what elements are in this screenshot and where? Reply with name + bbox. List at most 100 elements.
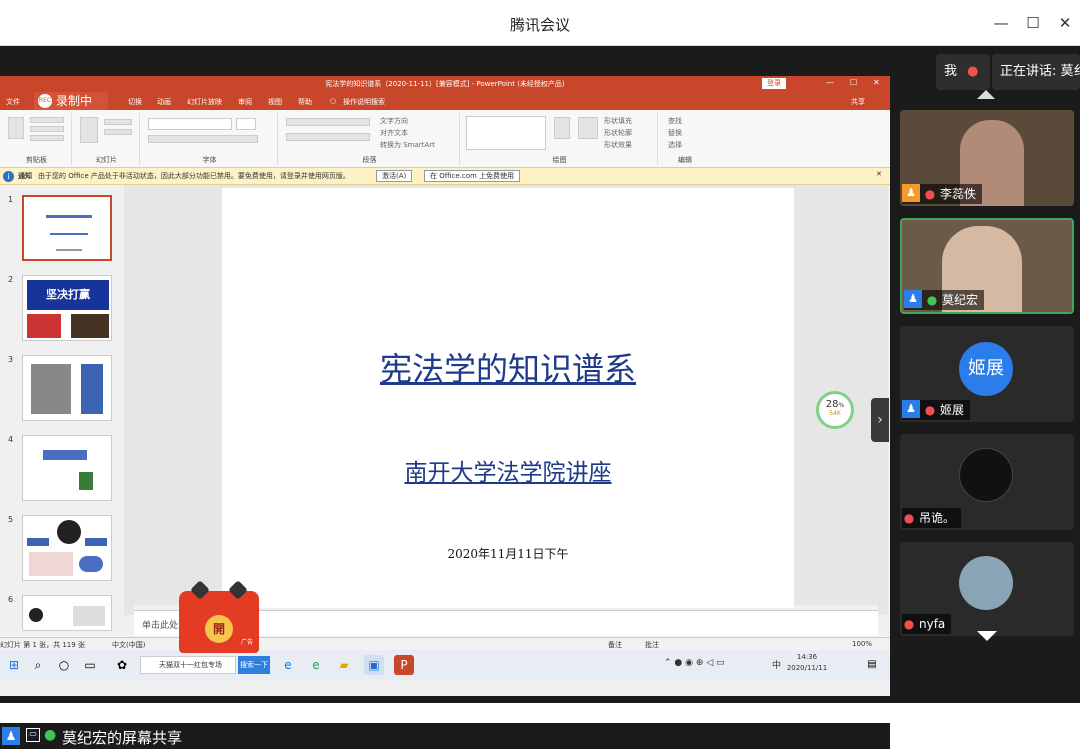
ppt-menubar: 文件 REC 录制中 切换 动画 幻灯片放映 审阅 视图 帮助 ○ 操作说明搜索… [0, 92, 890, 110]
mic-muted-icon: ● [924, 187, 936, 201]
slide-title: 宪法学的知识谱系 [379, 350, 636, 388]
cut-icon[interactable] [30, 117, 64, 123]
progress-unit: % [838, 402, 845, 409]
new-slide-icon[interactable] [80, 117, 98, 143]
ppt-maximize-icon[interactable]: ☐ [850, 78, 857, 87]
paste-icon[interactable] [8, 117, 24, 139]
shape-outline-label[interactable]: 形状轮廓 [604, 128, 632, 138]
windows-taskbar: ⊞ ⌕ ○ ▭ ✿ 天猫双十一红包专场 搜索一下 e e ▰ ▣ P ⌃ ● ◉… [0, 650, 890, 680]
ribbon-group-paragraph: 文字方向 对齐文本 转换为 SmartArt 段落 [280, 113, 460, 165]
slide-count: 幻灯片 第 1 张，共 119 张 [0, 641, 85, 649]
shapes-gallery[interactable] [466, 116, 546, 150]
ppt-close-icon[interactable]: ✕ [873, 78, 880, 87]
progress-value: 28 [825, 399, 839, 410]
align-text-label[interactable]: 对齐文本 [380, 128, 408, 138]
participant-tile[interactable]: ♟ ● 李蕊佚 [900, 110, 1074, 206]
slide-thumb-4[interactable] [22, 435, 112, 501]
taskbar-search-box[interactable]: 天猫双十一红包专场 [140, 656, 236, 674]
record-icon: REC [38, 94, 52, 108]
thumbnails-scrollbar[interactable] [124, 185, 134, 615]
menu-help[interactable]: 帮助 [298, 97, 312, 107]
participant-tile[interactable]: ● 吊诡。 [900, 434, 1074, 530]
powerpoint-icon[interactable]: P [394, 655, 414, 675]
mic-on-icon: ● [44, 727, 57, 743]
activate-button[interactable]: 激活(A) [376, 170, 413, 182]
menu-animations[interactable]: 动画 [157, 97, 171, 107]
task-view-icon[interactable]: ▭ [80, 655, 100, 675]
find-label[interactable]: 查找 [668, 116, 682, 126]
menu-review[interactable]: 审阅 [238, 97, 252, 107]
close-button[interactable]: ✕ [1052, 10, 1078, 36]
quick-styles-icon[interactable] [578, 117, 598, 139]
slide-thumb-5[interactable] [22, 515, 112, 581]
notes-toggle[interactable]: 备注 [608, 640, 622, 650]
list-buttons[interactable] [286, 118, 370, 126]
menu-transitions[interactable]: 切换 [128, 97, 142, 107]
search-icon[interactable]: ⌕ [28, 655, 48, 675]
ie-green-icon[interactable]: e [306, 655, 326, 675]
arrow-up-icon[interactable] [977, 90, 995, 99]
mic-on-icon: ● [926, 293, 938, 307]
info-close-icon[interactable]: ✕ [876, 170, 882, 178]
slide-thumb-1[interactable] [22, 195, 112, 261]
ppt-login-button[interactable]: 登录 [762, 78, 786, 89]
folder-icon[interactable]: ▰ [334, 655, 354, 675]
participant-tile-active[interactable]: ♟ ● 莫纪宏 [900, 218, 1074, 314]
participant-tile[interactable]: ● nyfa [900, 542, 1074, 636]
smartart-label[interactable]: 转换为 SmartArt [380, 140, 435, 150]
layout-icon[interactable] [104, 119, 132, 125]
copy-icon[interactable] [30, 126, 64, 132]
shared-screen: 宪法学的知识谱系（2020-11-11）[兼容模式] - PowerPoint … [0, 46, 890, 749]
maximize-button[interactable]: ☐ [1020, 10, 1046, 36]
app-icon[interactable]: ✿ [112, 655, 132, 675]
ppt-minimize-icon[interactable]: — [826, 78, 834, 87]
menu-tell-me[interactable]: 操作说明搜索 [343, 97, 385, 107]
meeting-app-icon[interactable]: ▣ [364, 655, 384, 675]
start-icon[interactable]: ⊞ [4, 655, 24, 675]
menu-share[interactable]: 共享 [851, 97, 865, 107]
font-name-field[interactable] [148, 118, 232, 130]
taskbar-search-button[interactable]: 搜索一下 [238, 656, 270, 674]
slide-thumb-6[interactable] [22, 595, 112, 631]
ribbon-group-clipboard: 剪贴板 [2, 113, 72, 165]
menu-file[interactable]: 文件 [6, 97, 20, 107]
ime-indicator[interactable]: 中 [772, 658, 781, 671]
screen-share-icon: ▭ [26, 728, 40, 742]
align-buttons[interactable] [286, 133, 370, 141]
arrange-icon[interactable] [554, 117, 570, 139]
font-size-field[interactable] [236, 118, 256, 130]
red-packet-ad[interactable]: 開 广告 [179, 580, 259, 653]
mic-muted-icon: ● [924, 403, 936, 417]
replace-label[interactable]: 替换 [668, 128, 682, 138]
ribbon-group-font: 字体 [142, 113, 278, 165]
reset-icon[interactable] [104, 129, 132, 135]
clock-date: 2020/11/11 [786, 664, 828, 672]
ad-label: 广告 [241, 639, 254, 646]
menu-view[interactable]: 视图 [268, 97, 282, 107]
me-button[interactable]: 我 ● [936, 54, 990, 90]
arrow-down-icon[interactable] [977, 631, 997, 641]
font-format-buttons[interactable] [148, 135, 258, 143]
cortana-icon[interactable]: ○ [54, 655, 74, 675]
shape-fill-label[interactable]: 形状填充 [604, 116, 632, 126]
menu-slideshow[interactable]: 幻灯片放映 [187, 97, 222, 107]
slide-date: 2020年11月11日下午 [447, 547, 569, 561]
format-painter-icon[interactable] [30, 135, 64, 141]
slide-thumb-3[interactable] [22, 355, 112, 421]
notification-icon[interactable]: ▤ [862, 655, 882, 675]
edge-icon[interactable]: e [278, 655, 298, 675]
participant-label: ● 吊诡。 [902, 508, 962, 528]
participant-tile[interactable]: 姬展 ♟ ● 姬展 [900, 326, 1074, 422]
tray-icons[interactable]: ⌃ ● ◉ ⊕ ◁ ▭ [664, 658, 725, 668]
text-direction-label[interactable]: 文字方向 [380, 116, 408, 126]
comments-toggle[interactable]: 批注 [645, 640, 659, 650]
thumb-number: 6 [8, 595, 14, 604]
select-label[interactable]: 选择 [668, 140, 682, 150]
slide-thumb-2[interactable]: 坚决打赢 [22, 275, 112, 341]
office-online-button[interactable]: 在 Office.com 上免费使用 [424, 170, 521, 182]
minimize-button[interactable]: — [988, 10, 1014, 36]
red-packet-open[interactable]: 開 [205, 615, 233, 643]
collapse-panel-button[interactable]: › [871, 398, 889, 442]
zoom-level[interactable]: 100% [852, 640, 872, 648]
shape-effects-label[interactable]: 形状效果 [604, 140, 632, 150]
